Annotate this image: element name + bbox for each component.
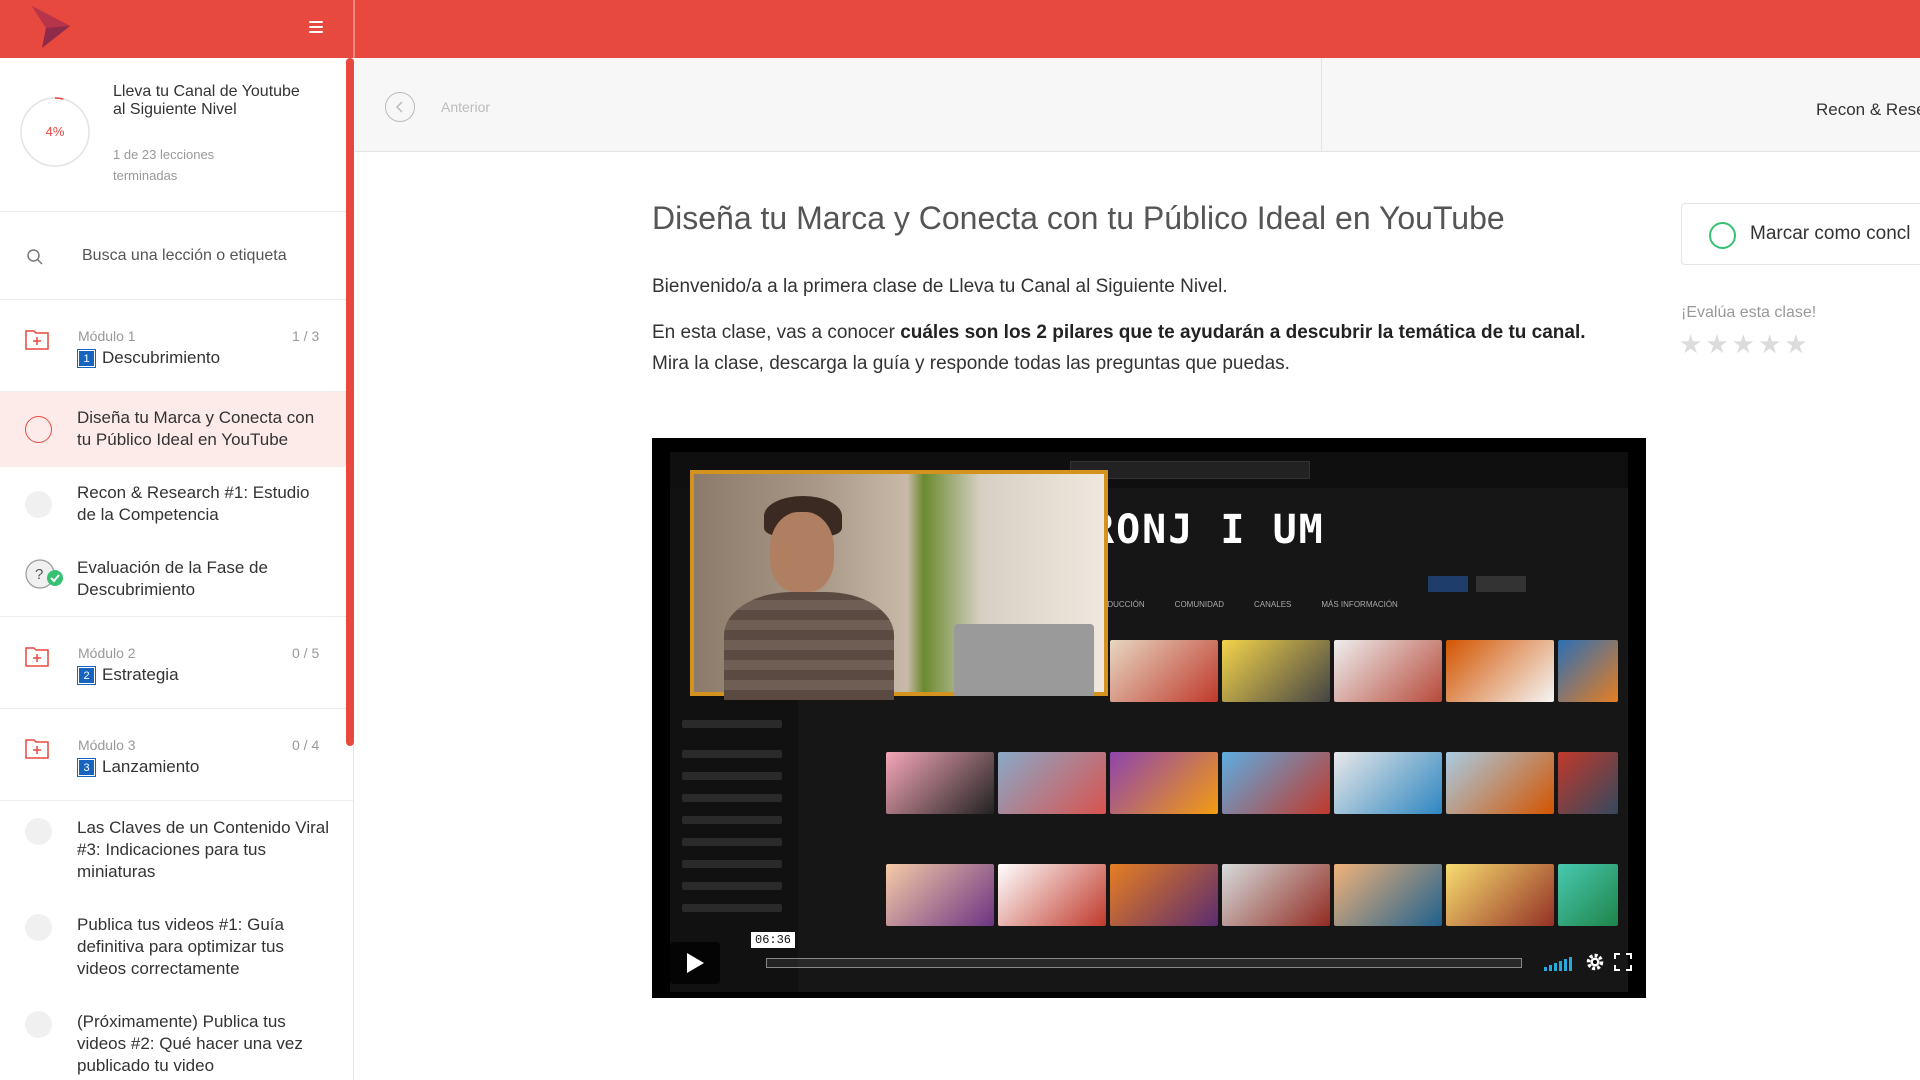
lesson-intro-text: Bienvenido/a a la primera clase de Lleva… (652, 276, 1228, 297)
lesson-title: Recon & Research #1: Estudio de la Compe… (77, 483, 310, 524)
check-circle-icon (1709, 222, 1736, 249)
lesson-item[interactable]: (Próximamente) Publica tus videos #2: Qu… (0, 995, 353, 1080)
lesson-status-circle (25, 491, 52, 518)
channel-tab: COMUNIDAD (1174, 600, 1225, 609)
module-name: 1 Descubrimiento (78, 348, 220, 368)
course-title: Lleva tu Canal de Youtube al Siguiente N… (113, 83, 300, 118)
channel-tabs: PRODUCCIÓN COMUNIDAD CANALES MÁS INFORMA… (1090, 600, 1398, 609)
star-icon[interactable]: ★ (1679, 331, 1702, 357)
module-name-text: Lanzamiento (102, 757, 200, 776)
module-1[interactable]: Módulo 1 1 / 3 1 Descubrimiento (0, 300, 353, 392)
rate-lesson-label: ¡Evalúa esta clase! (1681, 304, 1817, 321)
module-name-text: Descubrimiento (102, 348, 221, 367)
nav-divider (1321, 58, 1322, 152)
lesson-video-player[interactable]: RONJ I UM PRODUCCIÓN COMUNIDAD CANALES M… (652, 438, 1646, 998)
lesson-item[interactable]: Las Claves de un Contenido Viral #3: Ind… (0, 801, 353, 898)
module-count: 0 / 4 (292, 737, 320, 753)
lesson-description: En esta clase, vas a conocer cuáles son … (652, 317, 1642, 379)
lesson-title: (Próximamente) Publica tus videos #2: Qu… (77, 1012, 303, 1075)
module-label: Módulo 2 (78, 645, 136, 661)
play-icon (687, 953, 704, 973)
star-icon[interactable]: ★ (1705, 331, 1728, 357)
lesson-search (0, 212, 353, 300)
search-icon (27, 249, 43, 265)
svg-text:?: ? (35, 566, 43, 583)
module-count: 0 / 5 (292, 645, 320, 661)
folder-plus-icon (25, 647, 49, 667)
module-number-badge: 2 (78, 666, 95, 684)
module-name: 2 Estrategia (78, 665, 179, 685)
mark-complete-button[interactable]: Marcar como concl (1681, 203, 1920, 265)
lesson-status-circle (25, 914, 52, 941)
star-icon[interactable]: ★ (1784, 331, 1807, 357)
lesson-item-quiz[interactable]: ? Evaluación de la Fase de Descubrimient… (0, 542, 353, 617)
lesson-item[interactable]: Publica tus videos #1: Guía definitiva p… (0, 898, 353, 995)
course-sidebar: 4% Lleva tu Canal de Youtube al Siguient… (0, 58, 354, 1080)
subscribed-button-shape (1476, 576, 1526, 592)
lesson-status-circle (25, 416, 52, 443)
module-3[interactable]: Módulo 3 0 / 4 3 Lanzamiento (0, 709, 353, 801)
settings-gear-icon[interactable] (1584, 951, 1606, 973)
module-label: Módulo 3 (78, 737, 136, 753)
video-time: 06:36 (751, 932, 796, 948)
lesson-title: Evaluación de la Fase de Descubrimiento (77, 558, 268, 599)
chevron-left-icon (385, 92, 415, 122)
lessons-completed-text: 1 de 23 lecciones terminadas (113, 147, 215, 183)
module-label: Módulo 1 (78, 328, 136, 344)
progress-percent: 4% (45, 124, 65, 139)
volume-icon[interactable] (1544, 953, 1572, 971)
lesson-item-active[interactable]: Diseña tu Marca y Conecta con tu Público… (0, 392, 353, 467)
search-input[interactable] (82, 242, 332, 270)
rating-stars: ★ ★ ★ ★ ★ (1679, 331, 1811, 357)
module-2[interactable]: Módulo 2 0 / 5 2 Estrategia (0, 617, 353, 709)
description-bold: cuáles son los 2 pilares que te ayudarán… (900, 322, 1586, 343)
module-count: 1 / 3 (292, 328, 320, 344)
module-name: 3 Lanzamiento (78, 757, 199, 777)
video-controls: 06:36 (662, 932, 1636, 988)
fullscreen-icon[interactable] (1614, 953, 1632, 971)
page-title: Diseña tu Marca y Conecta con tu Público… (652, 200, 1505, 236)
sidebar-scrollbar[interactable] (346, 58, 354, 746)
module-number-badge: 3 (78, 758, 95, 776)
lesson-status-circle (25, 818, 52, 845)
lesson-title: Publica tus videos #1: Guía definitiva p… (77, 915, 284, 978)
webcam-overlay (690, 470, 1108, 700)
description-prefix: En esta clase, vas a conocer (652, 322, 901, 343)
previous-label: Anterior (441, 99, 491, 115)
topbar-divider (353, 0, 355, 58)
next-lesson-button[interactable]: Recon & Rese (1816, 100, 1920, 120)
channel-banner-text: RONJ I UM (1090, 507, 1325, 553)
logo-icon (32, 6, 70, 48)
folder-plus-icon (25, 330, 49, 350)
star-icon[interactable]: ★ (1758, 331, 1781, 357)
previous-lesson-button[interactable]: Anterior (385, 92, 490, 122)
join-button-shape (1428, 576, 1468, 592)
folder-plus-icon (25, 739, 49, 759)
channel-tab: MÁS INFORMACIÓN (1321, 600, 1398, 609)
description-suffix: Mira la clase, descarga la guía y respon… (652, 353, 1290, 374)
module-name-text: Estrategia (102, 665, 179, 684)
menu-icon[interactable] (305, 18, 327, 40)
play-button[interactable] (670, 942, 720, 984)
lesson-title: Diseña tu Marca y Conecta con tu Público… (77, 408, 315, 449)
lesson-status-circle (25, 1011, 52, 1038)
channel-tab: CANALES (1254, 600, 1292, 609)
video-frame: RONJ I UM PRODUCCIÓN COMUNIDAD CANALES M… (670, 452, 1628, 992)
top-bar (0, 0, 1920, 58)
mark-complete-label: Marcar como concl (1750, 223, 1911, 244)
lesson-navigation-bar: Anterior Recon & Rese (355, 58, 1920, 152)
progress-ring: 4% (19, 96, 91, 168)
lesson-title: Las Claves de un Contenido Viral #3: Ind… (77, 818, 330, 881)
lesson-item[interactable]: Recon & Research #1: Estudio de la Compe… (0, 467, 353, 542)
star-icon[interactable]: ★ (1732, 331, 1755, 357)
course-progress-block: 4% Lleva tu Canal de Youtube al Siguient… (0, 58, 353, 212)
quiz-complete-icon: ? (25, 559, 63, 589)
video-timeline[interactable] (766, 958, 1522, 968)
module-number-badge: 1 (78, 349, 95, 367)
